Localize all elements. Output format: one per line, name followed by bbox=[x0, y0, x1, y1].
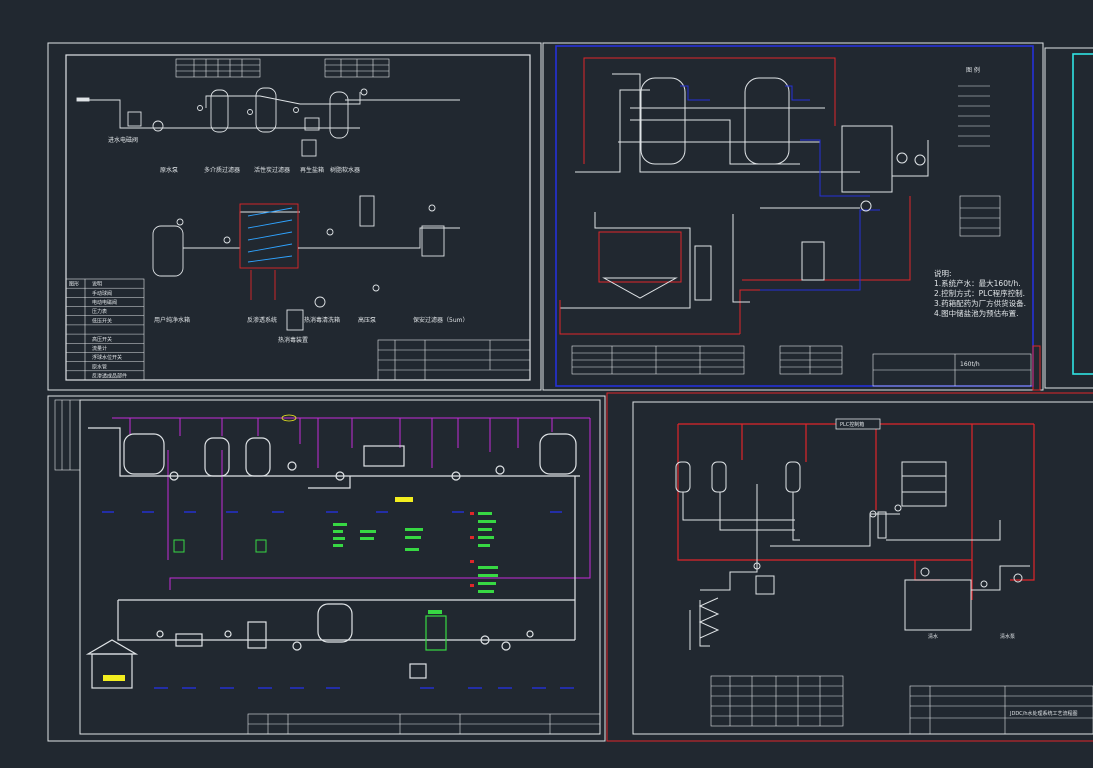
sheet-d-title-text: JDDC/h水处理系统工艺流程图 bbox=[1009, 710, 1078, 717]
legend-row-label: 电动电磁阀 bbox=[92, 299, 117, 306]
caption-multimedia-filter: 多介质过滤器 bbox=[204, 166, 240, 174]
sheet-d-component-table bbox=[710, 675, 844, 727]
sheet-d-title-block bbox=[909, 685, 1093, 735]
sheet-e-title-block bbox=[247, 713, 601, 735]
sheet-e-process-line bbox=[85, 427, 580, 689]
sheet-a-process-line-2 bbox=[152, 195, 460, 331]
legend-row-label: 低压开关 bbox=[92, 317, 112, 324]
sheet-d-dosing-flow: PLC控制箱 清水 清水泵 JDDC/h水处理系统工艺流程图 bbox=[606, 392, 1093, 742]
legend-row-label: 浮球水位开关 bbox=[92, 354, 122, 361]
caption-salt-tank: 再生盐箱 bbox=[300, 166, 324, 174]
sheet-a-title-block bbox=[377, 339, 531, 381]
sheet-b-notes-title: 说明: bbox=[934, 268, 952, 278]
legend-rows: 说明手动球阀电动电磁阀压力表低压开关高压开关流量计浮球水位开关原水管反渗透成品部… bbox=[66, 281, 144, 380]
legend-row-label: 流量计 bbox=[92, 345, 107, 352]
caption-raw-water-pump: 原水泵 bbox=[160, 166, 178, 174]
legend-row-label: 手动球阀 bbox=[92, 290, 112, 297]
sheet-d-process-line bbox=[675, 461, 1030, 650]
sheet-b-legend-title: 图 例 bbox=[966, 66, 980, 74]
cad-drawing-canvas: 进水电磁阀 原水泵 多介质过滤器 活性炭过滤器 再生盐箱 树脂软水器 用户纯净水… bbox=[47, 42, 1093, 742]
sheet-d-control-wiring bbox=[677, 423, 1035, 600]
sheet-b-legend-symbols bbox=[958, 85, 990, 147]
caption-user-water-tank: 用户纯净水箱 bbox=[154, 316, 190, 324]
legend-header-symbol: 图形 bbox=[69, 281, 79, 288]
sheet-a-process-line-1 bbox=[76, 87, 460, 157]
caption-ro-system: 反渗透系统 bbox=[247, 316, 277, 324]
legend-row-label: 原水管 bbox=[92, 363, 107, 370]
legend-row-label: 反渗透成品部件 bbox=[92, 373, 127, 380]
sheet-b-note-4: 4.图中储盐池为预估布置. bbox=[934, 308, 1019, 318]
sheet-b-note-3: 3.药箱配药为厂方供货设备. bbox=[934, 298, 1026, 308]
sheet-b-small-spec-table bbox=[959, 195, 1001, 237]
sheet-e-side-table bbox=[54, 399, 81, 471]
caption-high-pressure-pump: 高压泵 bbox=[358, 316, 376, 324]
sheet-a-top-table-1 bbox=[175, 58, 261, 78]
sheet-b-note-1: 1.系统产水：最大160t/h. bbox=[934, 278, 1021, 288]
sheet-b-softener-flow: 图 例 说明: 1.系统产水：最大160t/h. 2.控制方式：PLC程序控制.… bbox=[542, 42, 1044, 391]
sheet-a-top-table-2 bbox=[324, 58, 390, 78]
caption-heat-disinfection: 热消毒装置 bbox=[278, 336, 308, 344]
sheet-e-indicator-blocks bbox=[103, 497, 498, 681]
caption-security-filter: 保安过滤器（5um） bbox=[413, 316, 468, 324]
sheet-e-control-wiring bbox=[112, 417, 591, 590]
sheet-d-plc-label: PLC控制箱 bbox=[840, 421, 864, 428]
caption-inlet-valve: 进水电磁阀 bbox=[108, 136, 138, 144]
sheet-e-ro-pid bbox=[47, 395, 606, 742]
sheet-b-title-block: 160t/h bbox=[960, 361, 980, 368]
sheet-d-pump-label: 清水泵 bbox=[1000, 633, 1015, 640]
sheet-c-partial bbox=[1044, 47, 1093, 389]
caption-softener: 树脂软水器 bbox=[330, 166, 360, 174]
sheet-a-water-treatment-flow: 进水电磁阀 原水泵 多介质过滤器 活性炭过滤器 再生盐箱 树脂软水器 用户纯净水… bbox=[47, 42, 542, 391]
sheet-b-process-pipes bbox=[559, 57, 929, 335]
legend-row-label: 高压开关 bbox=[92, 336, 112, 343]
sheet-b-note-2: 2.控制方式：PLC程序控制. bbox=[934, 288, 1025, 298]
legend-row-label: 压力表 bbox=[92, 308, 107, 315]
caption-carbon-filter: 活性炭过滤器 bbox=[254, 166, 290, 174]
sheet-d-tank-label: 清水 bbox=[928, 633, 938, 640]
caption-cleaning-tank: 热消毒清洗箱 bbox=[304, 316, 340, 324]
legend-row-label: 说明 bbox=[92, 281, 102, 288]
